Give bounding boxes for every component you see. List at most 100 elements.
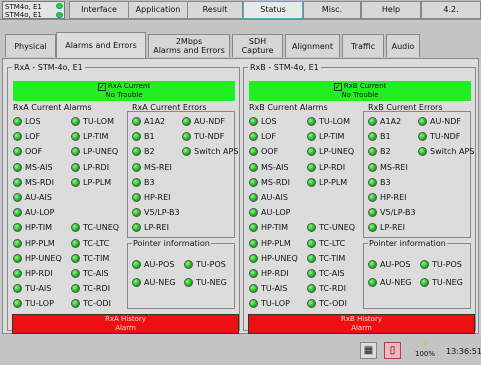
current-label-row: ✓ RxA Current [13, 82, 235, 91]
alarm-item: MS-AIS [13, 162, 53, 172]
tab-status[interactable]: Status [243, 1, 303, 19]
alarm-item: LP-REI [132, 223, 169, 233]
alarm-item: TC-TIM [307, 253, 345, 263]
alarm-label: TU-LOP [261, 299, 290, 309]
alarm-label: TC-UNEQ [83, 223, 120, 233]
history-label: RxB History [341, 315, 382, 323]
subtab-traffic[interactable]: Traffic [342, 34, 384, 57]
status-led-icon [418, 147, 427, 157]
alarm-label: V5/LP-B3 [380, 208, 416, 218]
alarm-item: TU-NDF [418, 132, 461, 142]
subtab-physical[interactable]: Physical [5, 34, 56, 57]
alarm-item: TU-LOM [307, 117, 350, 126]
alarm-item: LP-UNEQ [71, 147, 118, 157]
alarm-item: A1A2 [368, 117, 401, 126]
status-led-icon [368, 147, 377, 157]
alarm-item: TU-LOP [249, 299, 290, 309]
panel-title: RxA - STM-4o, E1 [12, 63, 85, 72]
alarm-label: HP-PLM [261, 238, 291, 248]
status-led-icon [368, 132, 377, 142]
tab-version[interactable]: 4.2. [421, 1, 481, 19]
alarm-label: HP-RDI [261, 269, 289, 278]
alarm-label: TU-NDF [430, 132, 461, 142]
status-led-icon [249, 238, 258, 248]
status-led-icon [13, 117, 22, 126]
status-led-icon [249, 208, 258, 218]
history-alarm-bar[interactable]: RxB History Alarm [248, 314, 475, 334]
alarm-item: TC-AIS [71, 269, 109, 278]
alarm-item: B2 [368, 147, 391, 157]
alarm-label: Switch APS [430, 147, 475, 157]
alarm-item: LOF [13, 132, 40, 142]
alarm-item: HP-PLM [249, 238, 291, 248]
alarm-label: HP-PLM [25, 238, 55, 248]
printer-icon[interactable]: ▦ [360, 342, 377, 359]
status-led-icon [132, 162, 141, 172]
alarm-item: LP-RDI [307, 162, 346, 172]
tab-help[interactable]: Help [361, 1, 421, 19]
eraser-icon[interactable]: ▯ [384, 342, 401, 359]
alarm-item: LP-UNEQ [307, 147, 354, 157]
status-led-icon [56, 3, 63, 9]
alarm-label: B2 [144, 147, 155, 157]
alarm-label: LP-PLM [319, 177, 348, 187]
subtab-audio[interactable]: Audio [386, 34, 420, 57]
alarm-item: LP-PLM [307, 177, 348, 187]
checkbox-icon[interactable]: ✓ [333, 83, 342, 91]
subtab-alarms-errors[interactable]: Alarms and Errors [56, 32, 146, 58]
tab-misc[interactable]: Misc. [303, 1, 361, 19]
status-led-icon [132, 193, 141, 202]
subtab-alignment[interactable]: Alignment [285, 34, 340, 57]
alarm-item: LOS [13, 117, 41, 126]
status-led-icon [13, 193, 22, 202]
status-led-icon [249, 299, 258, 309]
current-label-row: ✓ RxB Current [249, 82, 471, 91]
tab-application[interactable]: Application [128, 1, 188, 19]
alarm-label: LP-PLM [83, 177, 112, 187]
status-led-icon [307, 147, 316, 157]
status-led-icon [249, 223, 258, 233]
alarm-label: HP-TIM [25, 223, 52, 233]
alarm-label: B3 [380, 177, 391, 187]
alarm-item: AU-POS [368, 260, 410, 269]
battery-icon: ⚡ 100% [414, 340, 435, 359]
alarm-item: HP-RDI [249, 269, 289, 278]
alarms-header: RxA Current Alarms [13, 103, 92, 112]
rx-panel: RxB - STM-4o, E1 ✓ RxB Current No Trouble Rx… [243, 63, 476, 334]
history-alarm-bar[interactable]: RxA History Alarm [12, 314, 239, 334]
alarm-label: TU-POS [432, 260, 462, 269]
status-led-icon [307, 162, 316, 172]
alarm-item: LP-REI [368, 223, 405, 233]
interface-indicator: STM4o, E1 STM4o, E1 [2, 1, 65, 19]
pointer-box [127, 243, 235, 309]
alarm-label: MS-RDI [261, 177, 290, 187]
alarm-label: Switch APS [194, 147, 239, 157]
checkbox-icon[interactable]: ✓ [97, 83, 106, 91]
status-led-icon [13, 208, 22, 218]
alarm-item: TU-POS [184, 260, 226, 269]
tab-result[interactable]: Result [187, 1, 243, 19]
alarm-label: OOF [261, 147, 279, 157]
tab-interface[interactable]: Interface [69, 1, 129, 19]
alarm-item: LOF [249, 132, 276, 142]
alarm-label: TC-AIS [83, 269, 109, 278]
alarm-item: HP-RDI [13, 269, 53, 278]
status-led-icon [13, 253, 22, 263]
status-led-icon [182, 132, 191, 142]
status-led-icon [132, 208, 141, 218]
alarm-label: LOS [25, 117, 41, 126]
status-led-icon [182, 117, 191, 126]
subtab-2mbps-alarms-errors[interactable]: 2Mbps Alarms and Errors [148, 34, 230, 57]
alarm-label: MS-RDI [25, 177, 54, 187]
alarm-item: B1 [132, 132, 155, 142]
alarm-item: Switch APS [418, 147, 475, 157]
pointer-title: Pointer information [368, 239, 447, 248]
current-status-indicator: ✓ RxA Current No Trouble [13, 81, 235, 101]
status-led-icon [71, 238, 80, 248]
alarm-item: LP-TIM [71, 132, 108, 142]
alarm-label: TC-ODI [319, 299, 347, 309]
alarm-label: TC-ODI [83, 299, 111, 309]
alarm-item: TC-ODI [71, 299, 111, 309]
subtab-sdh-capture[interactable]: SDH Capture [232, 34, 283, 57]
alarm-label: LP-RDI [319, 162, 346, 172]
